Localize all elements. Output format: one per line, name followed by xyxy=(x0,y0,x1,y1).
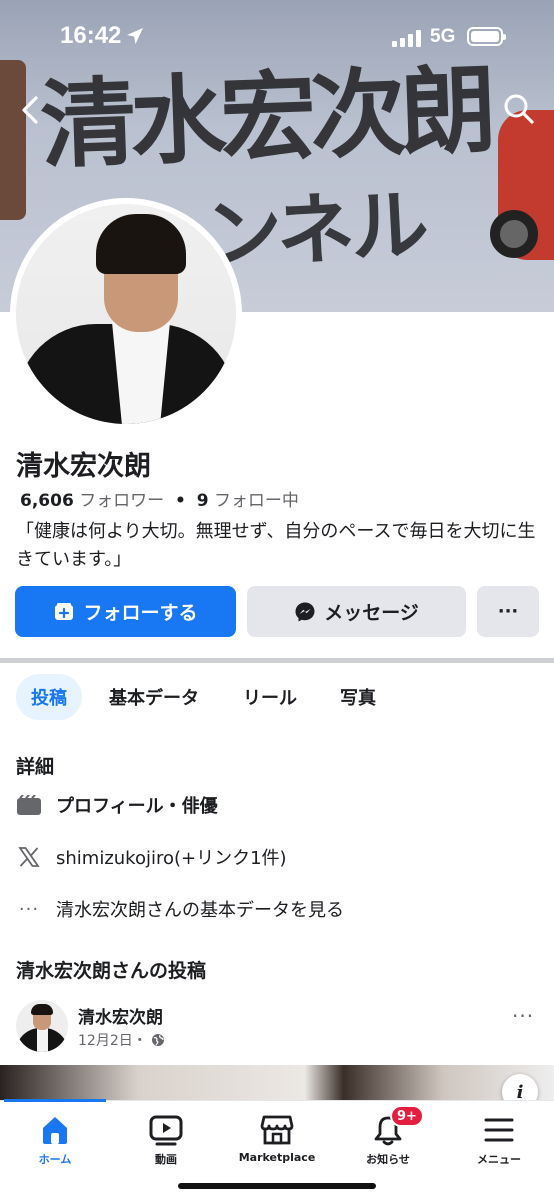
cover-title-line1: 清水宏次朗 xyxy=(38,53,493,182)
status-bar: 16:42 5G xyxy=(0,22,554,54)
detail-row-link[interactable]: shimizukojiro(+リンク1件) xyxy=(16,842,287,872)
messenger-icon xyxy=(295,602,315,621)
location-arrow-icon xyxy=(127,28,143,44)
profile-bio: 「健康は何より大切。無理せず、自分のペースで毎日を大切に生きています。」 xyxy=(16,521,536,570)
nav-menu[interactable]: メニュー xyxy=(444,1113,554,1167)
following-label: フォロー中 xyxy=(213,491,299,511)
profile-avatar[interactable] xyxy=(10,198,242,430)
follow-button[interactable]: フォローする xyxy=(15,586,236,637)
post-meta: 12月2日・ xyxy=(78,1030,165,1050)
more-options-label: ··· xyxy=(497,601,519,622)
nav-marketplace-label: Marketplace xyxy=(238,1151,316,1164)
detail-category-text: プロフィール・俳優 xyxy=(56,796,218,817)
back-chevron-icon[interactable] xyxy=(18,94,44,126)
home-indicator xyxy=(178,1183,376,1189)
message-button-label: メッセージ xyxy=(324,602,419,624)
follow-stats[interactable]: 6,606 フォロワー • 9 フォロー中 xyxy=(20,486,299,511)
x-logo-icon xyxy=(18,847,40,867)
follow-button-label: フォローする xyxy=(83,602,198,624)
nav-marketplace[interactable]: Marketplace xyxy=(222,1113,332,1164)
nav-notifications[interactable]: 9+ お知らせ xyxy=(333,1105,443,1167)
clapperboard-icon xyxy=(17,795,41,815)
video-icon xyxy=(149,1115,183,1146)
message-button[interactable]: メッセージ xyxy=(247,586,466,637)
menu-icon xyxy=(484,1118,514,1142)
globe-icon xyxy=(151,1034,164,1046)
detail-about-text: 清水宏次朗さんの基本データを見る xyxy=(56,900,344,921)
more-options-button[interactable]: ··· xyxy=(477,586,539,637)
profile-name: 清水宏次朗 xyxy=(16,451,151,482)
tab-photos[interactable]: 写真 xyxy=(330,674,386,720)
details-heading: 詳細 xyxy=(16,756,55,778)
nav-video[interactable]: 動画 xyxy=(111,1113,221,1167)
cover-decoration-left xyxy=(0,60,26,220)
post-options-button[interactable]: ··· xyxy=(512,1004,534,1028)
post-author-name[interactable]: 清水宏次朗 xyxy=(78,1003,163,1028)
cellular-signal-icon xyxy=(392,30,421,47)
marketplace-icon xyxy=(260,1115,294,1145)
nav-menu-label: メニュー xyxy=(477,1153,521,1166)
detail-link-text: shimizukojiro(+リンク1件) xyxy=(56,848,287,869)
stats-separator: • xyxy=(175,491,186,511)
network-type: 5G xyxy=(430,26,456,47)
followers-label: フォロワー xyxy=(79,491,165,511)
search-icon[interactable] xyxy=(502,92,536,126)
nav-video-label: 動画 xyxy=(155,1153,177,1166)
home-icon xyxy=(43,1117,67,1144)
nav-home[interactable]: ホーム xyxy=(0,1113,110,1167)
more-dots-icon: ··· xyxy=(18,898,40,920)
follow-add-icon xyxy=(55,602,74,620)
tab-about[interactable]: 基本データ xyxy=(104,674,204,720)
nav-notifications-label: お知らせ xyxy=(366,1153,410,1166)
post-date: 12月2日・ xyxy=(78,1033,147,1049)
battery-icon xyxy=(467,27,506,46)
detail-row-about[interactable]: ··· 清水宏次朗さんの基本データを見る xyxy=(16,894,344,924)
nav-home-label: ホーム xyxy=(38,1153,72,1166)
tab-posts[interactable]: 投稿 xyxy=(16,674,82,720)
tab-reels[interactable]: リール xyxy=(238,674,302,720)
section-divider xyxy=(0,658,554,663)
cover-decoration-wheel xyxy=(490,210,538,258)
posts-heading: 清水宏次朗さんの投稿 xyxy=(16,960,207,982)
notification-badge: 9+ xyxy=(390,1105,424,1127)
status-time: 16:42 xyxy=(60,22,122,49)
post-author-avatar[interactable] xyxy=(16,1000,68,1052)
detail-row-category: プロフィール・俳優 xyxy=(16,790,218,820)
following-count: 9 xyxy=(196,491,209,511)
followers-count: 6,606 xyxy=(20,491,74,511)
active-tab-indicator xyxy=(4,1099,106,1102)
